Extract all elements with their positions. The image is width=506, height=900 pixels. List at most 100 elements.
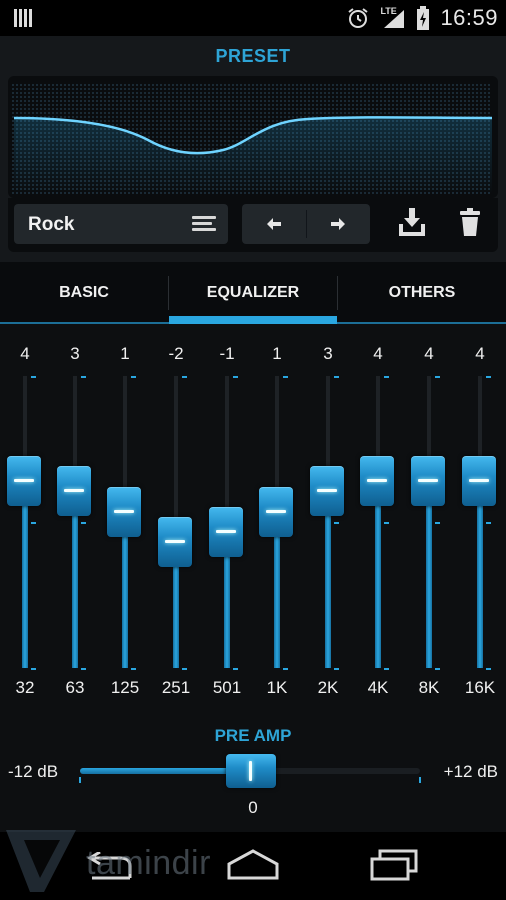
- band-slider-handle[interactable]: [209, 507, 243, 557]
- band-frequency-label: 32: [15, 678, 35, 697]
- preamp-value: 0: [248, 798, 258, 817]
- band-slider-track[interactable]: [23, 376, 27, 456]
- preset-name: Rock: [28, 214, 75, 235]
- band-slider-fill: [477, 506, 483, 668]
- band-tick-max: [384, 376, 389, 378]
- band-slider-fill: [173, 567, 179, 668]
- band-slider-track[interactable]: [478, 376, 482, 456]
- band-slider-handle[interactable]: [310, 466, 344, 517]
- tab-basic[interactable]: BASIC: [0, 262, 168, 322]
- tab-equalizer[interactable]: EQUALIZER: [169, 262, 337, 322]
- band-slider-handle[interactable]: [107, 486, 141, 537]
- band-slider-fill: [224, 557, 230, 668]
- band-slider-fill: [122, 536, 128, 668]
- band-tick-max: [435, 376, 440, 378]
- band-tick-min: [283, 668, 288, 670]
- status-icons: LTE 16:59: [346, 0, 498, 36]
- band-gain-label: 1: [272, 344, 282, 363]
- band-frequency-label: 1K: [266, 678, 288, 697]
- tab-others[interactable]: OTHERS: [338, 262, 506, 322]
- status-bar: LTE 16:59: [0, 0, 506, 36]
- clock: 16:59: [440, 5, 498, 30]
- band-tick-max: [81, 376, 86, 378]
- trash-icon: [460, 208, 480, 236]
- save-download-icon: [399, 208, 425, 236]
- preset-nav: [242, 204, 370, 244]
- band-slider-handle[interactable]: [7, 456, 41, 506]
- preamp-slider-fill: [80, 768, 250, 774]
- band-slider-track[interactable]: [225, 376, 229, 507]
- preset-title: PRESET: [215, 46, 291, 66]
- band-slider-handle[interactable]: [462, 456, 496, 506]
- tamindir-logo-icon: [6, 830, 76, 892]
- band-slider-fill: [22, 506, 28, 668]
- save-preset-button[interactable]: [394, 206, 430, 240]
- band-gain-label: 4: [20, 344, 30, 363]
- band-frequency-label: 16K: [464, 678, 496, 697]
- band-slider-track[interactable]: [427, 376, 431, 456]
- band-frequency-label: 125: [110, 678, 140, 697]
- band-slider-handle[interactable]: [57, 466, 91, 517]
- tab-bar: BASIC EQUALIZER OTHERS: [0, 262, 506, 324]
- band-slider-handle[interactable]: [360, 456, 394, 506]
- band-gain-label: -1: [219, 344, 235, 363]
- band-slider-handle[interactable]: [158, 517, 192, 568]
- band-gain-label: 3: [70, 344, 80, 363]
- band-tick-max: [486, 376, 491, 378]
- band-tick-min: [81, 668, 86, 670]
- band-slider-track[interactable]: [73, 376, 77, 467]
- band-tick-max: [182, 376, 187, 378]
- recents-icon[interactable]: [368, 848, 420, 882]
- preamp-tick-max: [419, 777, 421, 783]
- band-frequency-label: 501: [212, 678, 242, 697]
- band-tick-min: [182, 668, 187, 670]
- band-slider-track[interactable]: [123, 376, 127, 487]
- watermark-text: tamindir: [86, 844, 211, 882]
- band-tick-center: [81, 522, 86, 524]
- band-slider-track[interactable]: [174, 376, 178, 518]
- next-arrow-icon: [331, 218, 345, 230]
- signal-icon: LTE: [380, 6, 406, 30]
- band-tick-max: [31, 376, 36, 378]
- band-slider-fill: [274, 536, 280, 668]
- band-tick-min: [31, 668, 36, 670]
- band-slider-fill: [375, 506, 381, 668]
- band-tick-max: [131, 376, 136, 378]
- band-tick-min: [334, 668, 339, 670]
- band-slider-fill: [72, 516, 78, 668]
- notification-icon: [14, 9, 34, 27]
- preamp-min-label: -12 dB: [8, 762, 59, 781]
- preset-menu-icon[interactable]: [192, 216, 216, 232]
- band-tick-max: [283, 376, 288, 378]
- band-frequency-label: 251: [161, 678, 191, 697]
- band-tick-min: [131, 668, 136, 670]
- eq-band: 4 32: [5, 326, 45, 706]
- band-tick-center: [31, 522, 36, 524]
- band-tick-min: [384, 668, 389, 670]
- band-frequency-label: 63: [65, 678, 85, 697]
- band-slider-track[interactable]: [376, 376, 380, 456]
- band-tick-min: [486, 668, 491, 670]
- preset-controls: Rock: [8, 198, 498, 252]
- band-slider-handle[interactable]: [259, 486, 293, 537]
- battery-charging-icon: [417, 6, 430, 30]
- eq-band: -2 251: [156, 326, 196, 706]
- next-preset-button[interactable]: [306, 204, 370, 244]
- band-tick-max: [233, 376, 238, 378]
- preset-selector[interactable]: Rock: [14, 204, 228, 244]
- band-slider-fill: [325, 516, 331, 668]
- delete-preset-button[interactable]: [454, 206, 490, 240]
- prev-arrow-icon: [267, 218, 281, 230]
- preamp-tick-min: [79, 777, 81, 783]
- alarm-icon: [348, 8, 369, 28]
- eq-band: 4 4K: [358, 326, 398, 706]
- band-slider-track[interactable]: [326, 376, 330, 467]
- band-gain-label: 4: [373, 344, 383, 363]
- eq-band: 3 63: [55, 326, 95, 706]
- prev-preset-button[interactable]: [242, 204, 306, 244]
- preamp-slider-handle[interactable]: [226, 754, 276, 788]
- band-slider-fill: [426, 506, 432, 668]
- band-slider-track[interactable]: [275, 376, 279, 487]
- band-slider-handle[interactable]: [411, 456, 445, 506]
- band-gain-label: -2: [168, 344, 184, 363]
